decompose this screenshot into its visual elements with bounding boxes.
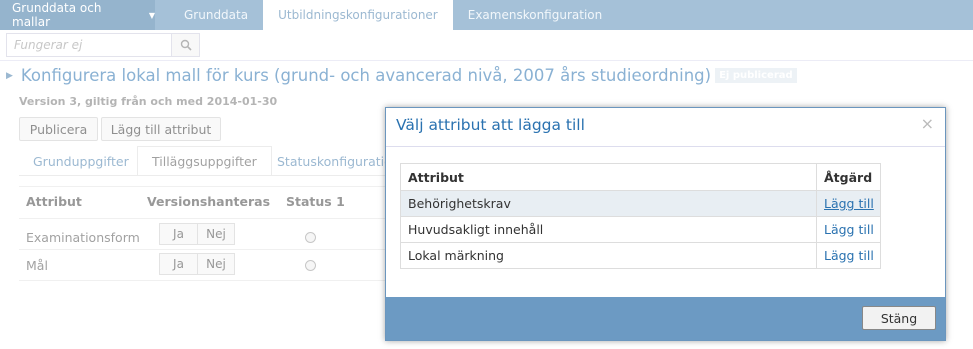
header-attribut: Attribut bbox=[401, 164, 817, 190]
table-row: Behörighetskrav Lägg till bbox=[401, 190, 880, 216]
close-button[interactable]: Stäng bbox=[862, 306, 936, 330]
attribute-name: Lokal märkning bbox=[401, 243, 817, 268]
add-link[interactable]: Lägg till bbox=[817, 191, 880, 216]
attribute-name: Huvudsakligt innehåll bbox=[401, 217, 817, 242]
modal-backdrop-top bbox=[0, 0, 973, 61]
attribute-name: Behörighetskrav bbox=[401, 191, 817, 216]
add-link[interactable]: Lägg till bbox=[817, 217, 880, 242]
dialog-divider bbox=[386, 146, 945, 147]
attribute-select-table: Attribut Åtgärd Behörighetskrav Lägg til… bbox=[400, 163, 881, 269]
close-icon[interactable]: × bbox=[921, 114, 934, 133]
table-header-row: Attribut Åtgärd bbox=[401, 164, 880, 190]
select-attribute-dialog: Välj attribut att lägga till × Attribut … bbox=[385, 107, 946, 341]
add-link[interactable]: Lägg till bbox=[817, 243, 880, 268]
dialog-title: Välj attribut att lägga till bbox=[396, 116, 585, 134]
dialog-footer: Stäng bbox=[386, 297, 945, 340]
table-row: Huvudsakligt innehåll Lägg till bbox=[401, 216, 880, 242]
table-row: Lokal märkning Lägg till bbox=[401, 242, 880, 268]
header-atgard: Åtgärd bbox=[824, 169, 873, 185]
